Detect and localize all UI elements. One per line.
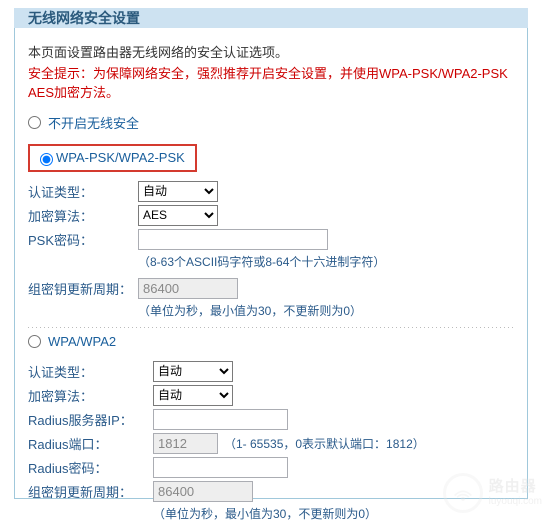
radio-wpa-label: WPA/WPA2 <box>48 334 116 349</box>
radio-none[interactable] <box>28 116 41 129</box>
input-radius-ip[interactable] <box>153 409 288 430</box>
security-warning: 安全提示：为保障网络安全，强烈推荐开启安全设置，并使用WPA-PSK/WPA2-… <box>28 65 514 103</box>
hint-radius-port: （1- 65535，0表示默认端口：1812） <box>224 435 425 452</box>
label-auth-type2: 认证类型： <box>28 362 153 381</box>
label-radius-ip: Radius服务器IP： <box>28 410 153 429</box>
label-radius-port: Radius端口： <box>28 434 153 453</box>
hint-rekey2: （单位为秒，最小值为30，不更新则为0） <box>28 505 514 522</box>
input-radius-pwd[interactable] <box>153 457 288 478</box>
input-radius-port[interactable] <box>153 433 218 454</box>
radio-wpa[interactable] <box>28 335 41 348</box>
panel-header: 无线网络安全设置 <box>14 8 528 28</box>
input-psk[interactable] <box>138 229 328 250</box>
radio-wpapsk-highlight: WPA-PSK/WPA2-PSK <box>28 144 197 172</box>
label-cipher2: 加密算法： <box>28 386 153 405</box>
label-psk: PSK密码： <box>28 230 138 249</box>
intro-text: 本页面设置路由器无线网络的安全认证选项。 <box>28 42 514 61</box>
divider <box>28 327 514 328</box>
label-rekey: 组密钥更新周期： <box>28 279 138 298</box>
label-auth-type: 认证类型： <box>28 182 138 201</box>
label-radius-pwd: Radius密码： <box>28 458 153 477</box>
label-rekey2: 组密钥更新周期： <box>28 482 153 501</box>
radio-none-label: 不开启无线安全 <box>48 113 139 132</box>
radio-wpapsk[interactable] <box>40 153 53 166</box>
label-cipher: 加密算法： <box>28 206 138 225</box>
select-cipher-psk[interactable]: AES <box>138 205 218 226</box>
input-rekey[interactable] <box>138 278 238 299</box>
input-rekey2[interactable] <box>153 481 253 502</box>
radio-wpapsk-label: WPA-PSK/WPA2-PSK <box>56 150 185 165</box>
select-auth-type-wpa[interactable]: 自动 <box>153 361 233 382</box>
panel-title: 无线网络安全设置 <box>28 10 140 26</box>
hint-psk: （8-63个ASCII码字符或8-64个十六进制字符） <box>28 253 514 270</box>
select-auth-type-psk[interactable]: 自动 <box>138 181 218 202</box>
select-cipher-wpa[interactable]: 自动 <box>153 385 233 406</box>
hint-rekey: （单位为秒，最小值为30，不更新则为0） <box>28 302 514 319</box>
